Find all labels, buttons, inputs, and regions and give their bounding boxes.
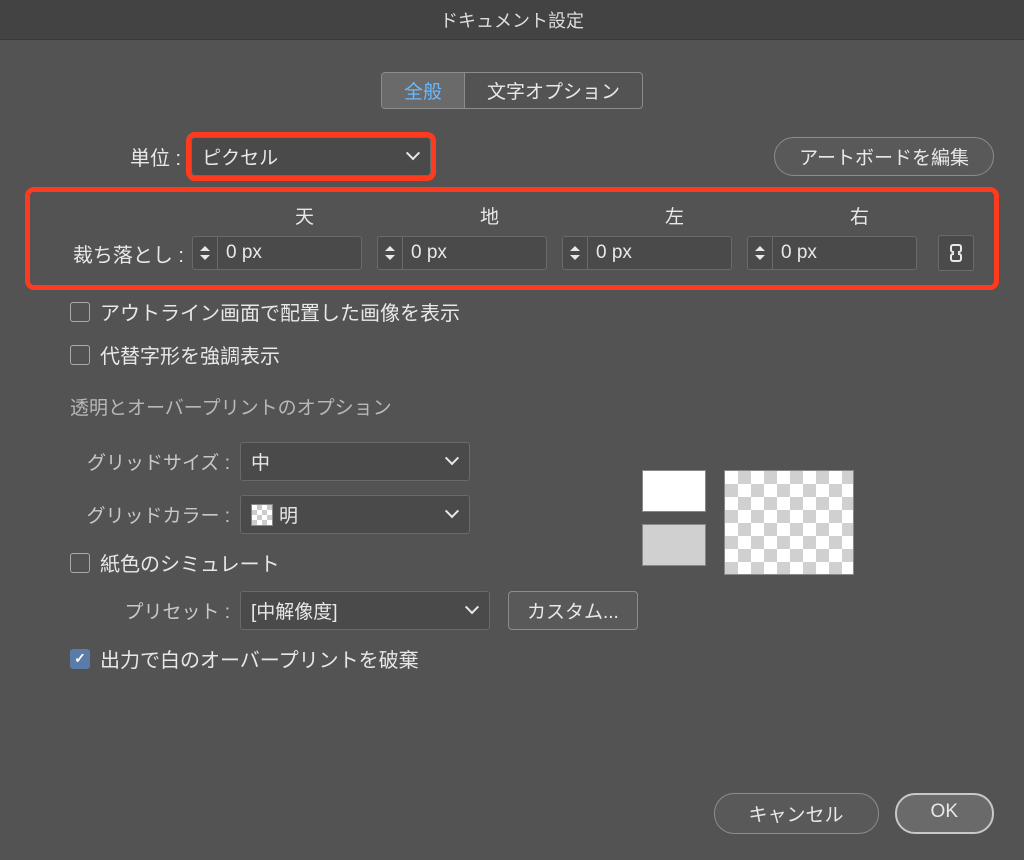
- preset-select[interactable]: [中解像度]: [240, 591, 490, 630]
- outline-images-label: アウトライン画面で配置した画像を表示: [100, 297, 460, 326]
- preset-label: プリセット :: [110, 597, 240, 624]
- dialog-body: 全般 文字オプション 単位 : ピクセル アートボードを編集 天 地 左 右 裁…: [0, 40, 1024, 775]
- bleed-col-top: 天: [212, 202, 397, 229]
- grid-size-value: 中: [251, 448, 270, 475]
- dialog-title: ドキュメント設定: [0, 0, 1024, 40]
- dialog-footer: キャンセル OK: [0, 775, 1024, 860]
- grid-color-label: グリッドカラー :: [70, 501, 240, 528]
- document-setup-dialog: ドキュメント設定 全般 文字オプション 単位 : ピクセル アートボードを編集 …: [0, 0, 1024, 860]
- tabs: 全般 文字オプション: [30, 72, 994, 109]
- alt-glyphs-checkbox[interactable]: [70, 345, 90, 365]
- bleed-col-right: 右: [767, 202, 952, 229]
- simulate-paper-label: 紙色のシミュレート: [100, 548, 280, 577]
- units-row: 単位 : ピクセル アートボードを編集: [30, 137, 994, 176]
- tab-general[interactable]: 全般: [382, 73, 465, 108]
- bleed-right-input[interactable]: 0 px: [747, 236, 917, 270]
- bleed-section: 天 地 左 右 裁ち落とし : 0 px 0 px 0 px: [30, 192, 994, 285]
- bleed-left-value[interactable]: 0 px: [588, 236, 732, 270]
- ok-button[interactable]: OK: [895, 793, 994, 834]
- bleed-header: 天 地 左 右: [42, 202, 982, 229]
- edit-artboards-button[interactable]: アートボードを編集: [774, 137, 994, 176]
- bleed-col-left: 左: [582, 202, 767, 229]
- outline-images-row[interactable]: アウトライン画面で配置した画像を表示: [30, 297, 994, 326]
- chain-link-icon: [949, 243, 963, 263]
- tab-group: 全般 文字オプション: [381, 72, 643, 109]
- bleed-right-value[interactable]: 0 px: [773, 236, 917, 270]
- preview-swatches: [642, 470, 706, 566]
- units-value: ピクセル: [202, 143, 278, 170]
- bleed-bottom-value[interactable]: 0 px: [403, 236, 547, 270]
- chevron-down-icon: [447, 456, 459, 468]
- discard-white-overprint-checkbox[interactable]: [70, 649, 90, 669]
- bleed-left-input[interactable]: 0 px: [562, 236, 732, 270]
- stepper[interactable]: [192, 236, 218, 270]
- checker-preview: [724, 470, 854, 575]
- stepper[interactable]: [747, 236, 773, 270]
- alt-glyphs-label: 代替字形を強調表示: [100, 340, 280, 369]
- chevron-down-icon: [467, 605, 479, 617]
- chevron-down-icon: [447, 509, 459, 521]
- units-select[interactable]: ピクセル: [191, 137, 431, 176]
- units-label: 単位 :: [130, 142, 181, 171]
- alt-glyphs-row[interactable]: 代替字形を強調表示: [30, 340, 994, 369]
- link-bleed-icon[interactable]: [938, 235, 974, 271]
- preset-value: [中解像度]: [251, 597, 338, 624]
- bleed-col-bottom: 地: [397, 202, 582, 229]
- transparency-section-title: 透明とオーバープリントのオプション: [30, 393, 994, 420]
- cancel-button[interactable]: キャンセル: [714, 793, 879, 834]
- swatch-white: [642, 470, 706, 512]
- tab-type-options[interactable]: 文字オプション: [465, 73, 642, 108]
- discard-white-overprint-label: 出力で白のオーバープリントを破棄: [100, 644, 419, 673]
- grid-size-select[interactable]: 中: [240, 442, 470, 481]
- swatch-gray: [642, 524, 706, 566]
- custom-button[interactable]: カスタム...: [508, 591, 638, 630]
- grid-size-label: グリッドサイズ :: [70, 448, 240, 475]
- simulate-paper-checkbox[interactable]: [70, 553, 90, 573]
- bleed-label: 裁ち落とし :: [42, 239, 192, 268]
- stepper[interactable]: [562, 236, 588, 270]
- transparency-preview: [642, 470, 854, 575]
- outline-images-checkbox[interactable]: [70, 302, 90, 322]
- bleed-top-value[interactable]: 0 px: [218, 236, 362, 270]
- discard-white-overprint-row[interactable]: 出力で白のオーバープリントを破棄: [30, 644, 994, 673]
- checker-swatch-icon: [251, 504, 273, 526]
- bleed-bottom-input[interactable]: 0 px: [377, 236, 547, 270]
- preset-row: プリセット : [中解像度] カスタム...: [30, 591, 994, 630]
- bleed-row: 裁ち落とし : 0 px 0 px 0 px 0 px: [42, 235, 982, 271]
- grid-color-value: 明: [279, 501, 298, 528]
- bleed-top-input[interactable]: 0 px: [192, 236, 362, 270]
- chevron-down-icon: [408, 151, 420, 163]
- stepper[interactable]: [377, 236, 403, 270]
- grid-color-select[interactable]: 明: [240, 495, 470, 534]
